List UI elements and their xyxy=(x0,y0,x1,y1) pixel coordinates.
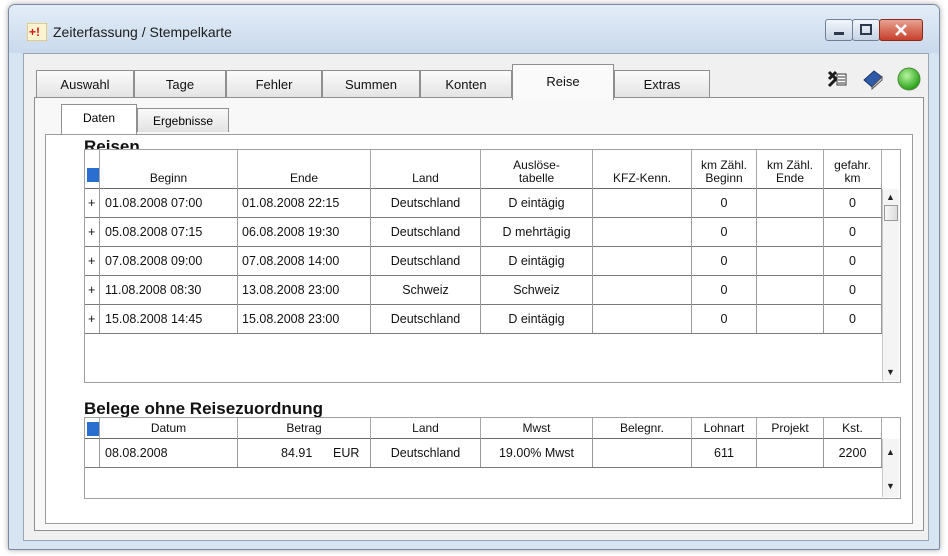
col-km-zaehl-beginn[interactable]: km Zähl. Beginn xyxy=(692,159,756,185)
scroll-down-icon[interactable]: ▼ xyxy=(886,367,895,377)
close-icon xyxy=(895,24,907,36)
col-land[interactable]: Land xyxy=(371,172,480,185)
belege-scrollbar[interactable]: ▲ ▼ xyxy=(882,439,899,497)
reise-km[interactable]: 0 xyxy=(824,218,881,246)
daten-panel: Reisen Beginn Ende Land Auslöse- tabelle xyxy=(45,134,913,524)
beleg-betrag[interactable]: 84.91 xyxy=(281,439,312,467)
col-beginn[interactable]: Beginn xyxy=(100,172,237,185)
beleg-land[interactable]: Deutschland xyxy=(371,439,480,467)
col-km-zaehl-ende[interactable]: km Zähl. Ende xyxy=(757,159,823,185)
tab-tage[interactable]: Tage xyxy=(134,70,226,98)
tab-reise[interactable]: Reise xyxy=(512,64,614,100)
reise-km[interactable]: 0 xyxy=(824,247,881,275)
minimize-button[interactable] xyxy=(825,19,853,41)
beleg-lohnart[interactable]: 611 xyxy=(692,439,756,467)
svg-text:+!: +! xyxy=(29,25,40,39)
reise-land[interactable]: Deutschland xyxy=(371,247,480,275)
tab-summen[interactable]: Summen xyxy=(322,70,420,98)
reise-ende[interactable]: 01.08.2008 22:15 xyxy=(242,189,339,217)
reise-km[interactable]: 0 xyxy=(824,305,881,333)
tab-fehler[interactable]: Fehler xyxy=(226,70,322,98)
app-icon: +! xyxy=(27,23,47,41)
reise-km-beginn[interactable]: 0 xyxy=(692,247,756,275)
col-ausloesetabelle[interactable]: Auslöse- tabelle xyxy=(481,159,592,185)
reise-km-beginn[interactable]: 0 xyxy=(692,305,756,333)
reise-km-beginn[interactable]: 0 xyxy=(692,189,756,217)
reise-km[interactable]: 0 xyxy=(824,189,881,217)
scroll-up-icon[interactable]: ▲ xyxy=(886,447,895,457)
reise-ende[interactable]: 15.08.2008 23:00 xyxy=(242,305,339,333)
book-icon[interactable] xyxy=(862,68,884,90)
reise-km[interactable]: 0 xyxy=(824,276,881,304)
col-land[interactable]: Land xyxy=(371,422,480,435)
reise-ausloese[interactable]: D eintägig xyxy=(481,305,592,333)
reisen-grid[interactable]: Beginn Ende Land Auslöse- tabelle KFZ-Ke… xyxy=(84,149,901,383)
reise-beginn[interactable]: 01.08.2008 07:00 xyxy=(105,189,202,217)
col-ende[interactable]: Ende xyxy=(238,172,370,185)
scroll-down-icon[interactable]: ▼ xyxy=(886,481,895,491)
subtab-daten[interactable]: Daten xyxy=(61,104,137,134)
reise-land[interactable]: Deutschland xyxy=(371,305,480,333)
reise-land[interactable]: Schweiz xyxy=(371,276,480,304)
reise-km-beginn[interactable]: 0 xyxy=(692,218,756,246)
beleg-mwst[interactable]: 19.00% Mwst xyxy=(481,439,592,467)
reise-beginn[interactable]: 07.08.2008 09:00 xyxy=(105,247,202,275)
reise-beginn[interactable]: 05.08.2008 07:15 xyxy=(105,218,202,246)
subtab-ergebnisse[interactable]: Ergebnisse xyxy=(137,108,229,132)
window-title: Zeiterfassung / Stempelkarte xyxy=(53,24,232,40)
row-expand-icon[interactable]: + xyxy=(88,276,95,304)
col-mwst[interactable]: Mwst xyxy=(481,422,592,435)
excel-icon[interactable] xyxy=(826,68,848,90)
reise-panel: Daten Ergebnisse Reisen Beginn Ende Land… xyxy=(34,97,924,531)
row-expand-icon[interactable]: + xyxy=(88,305,95,333)
col-projekt[interactable]: Projekt xyxy=(757,422,823,435)
row-expand-icon[interactable]: + xyxy=(88,218,95,246)
col-betrag[interactable]: Betrag xyxy=(238,422,370,435)
maximize-icon xyxy=(860,24,872,35)
row-expand-icon[interactable]: + xyxy=(88,247,95,275)
col-kfz-kenn[interactable]: KFZ-Kenn. xyxy=(593,172,691,185)
reise-land[interactable]: Deutschland xyxy=(371,189,480,217)
reise-km-beginn[interactable]: 0 xyxy=(692,276,756,304)
reise-ende[interactable]: 06.08.2008 19:30 xyxy=(242,218,339,246)
col-belegnr[interactable]: Belegnr. xyxy=(593,422,691,435)
reisen-scrollbar[interactable]: ▲ ▼ xyxy=(882,189,899,381)
reise-ende[interactable]: 13.08.2008 23:00 xyxy=(242,276,339,304)
reise-ausloese[interactable]: Schweiz xyxy=(481,276,592,304)
col-datum[interactable]: Datum xyxy=(100,422,237,435)
client-area: Auswahl Tage Fehler Summen Konten Reise … xyxy=(23,53,929,541)
minimize-icon xyxy=(834,32,844,35)
title-bar[interactable]: +! Zeiterfassung / Stempelkarte xyxy=(9,5,939,53)
maximize-button[interactable] xyxy=(852,19,880,41)
reise-ausloese[interactable]: D eintägig xyxy=(481,189,592,217)
reise-ende[interactable]: 07.08.2008 14:00 xyxy=(242,247,339,275)
col-lohnart[interactable]: Lohnart xyxy=(692,422,756,435)
col-kst[interactable]: Kst. xyxy=(824,422,881,435)
row-expand-icon[interactable]: + xyxy=(88,189,95,217)
reise-land[interactable]: Deutschland xyxy=(371,218,480,246)
col-gefahr-km[interactable]: gefahr. km xyxy=(824,159,881,185)
reise-beginn[interactable]: 15.08.2008 14:45 xyxy=(105,305,202,333)
tab-auswahl[interactable]: Auswahl xyxy=(36,70,134,98)
beleg-datum[interactable]: 08.08.2008 xyxy=(105,439,168,467)
reise-beginn[interactable]: 11.08.2008 08:30 xyxy=(105,276,201,304)
belege-grid[interactable]: Datum Betrag Land Mwst Belegnr. Lohnart … xyxy=(84,417,901,499)
beleg-waehrung[interactable]: EUR xyxy=(333,439,359,467)
scroll-thumb[interactable] xyxy=(884,205,898,221)
status-green-icon[interactable] xyxy=(896,66,922,92)
close-button[interactable] xyxy=(879,19,923,41)
main-window: +! Zeiterfassung / Stempelkarte Auswahl … xyxy=(8,4,940,550)
reise-ausloese[interactable]: D mehrtägig xyxy=(481,218,592,246)
beleg-kst[interactable]: 2200 xyxy=(824,439,881,467)
belege-title: Belege ohne Reisezuordnung xyxy=(84,399,323,418)
tab-konten[interactable]: Konten xyxy=(420,70,512,98)
reise-ausloese[interactable]: D eintägig xyxy=(481,247,592,275)
scroll-up-icon[interactable]: ▲ xyxy=(886,192,895,202)
tab-extras[interactable]: Extras xyxy=(614,70,710,98)
